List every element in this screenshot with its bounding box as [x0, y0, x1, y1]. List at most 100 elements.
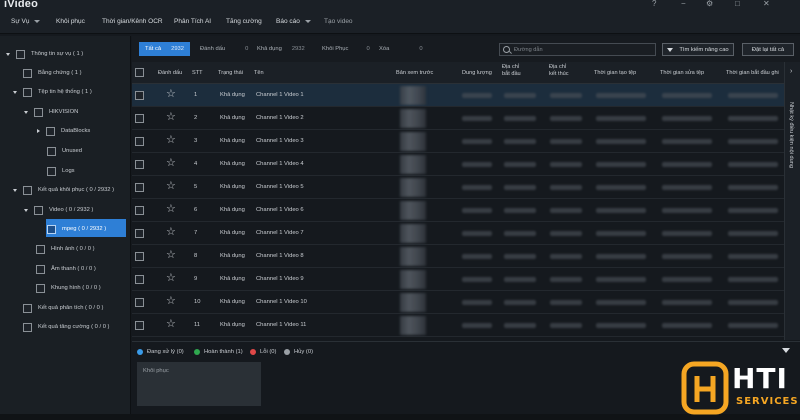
tree-checkbox[interactable] [23, 185, 32, 195]
tree-checkbox[interactable] [23, 87, 32, 97]
row-checkbox[interactable] [135, 275, 144, 284]
star-icon[interactable]: ☆ [166, 111, 176, 123]
col-name[interactable]: Tên [254, 70, 264, 77]
tree-checkbox[interactable] [34, 107, 43, 117]
tab-all[interactable]: Tất cả 2932 [139, 42, 191, 56]
star-icon[interactable]: ☆ [166, 295, 176, 307]
col-created-time[interactable]: Thời gian tạo tệp [594, 70, 636, 77]
col-bookmark[interactable]: Đánh dấu [158, 70, 182, 77]
row-checkbox[interactable] [135, 321, 144, 330]
menu-ai-analysis[interactable]: Phân Tích AI [174, 18, 211, 25]
col-preview[interactable]: Bản xem trước [396, 70, 433, 77]
expand-icon[interactable] [37, 129, 40, 133]
row-checkbox[interactable] [135, 91, 144, 100]
tab-bookmarked[interactable]: Đánh dấu 0 [200, 42, 248, 56]
help-icon[interactable]: ? [652, 0, 656, 8]
job-card[interactable]: Khôi phục [137, 362, 261, 406]
tree-checkbox[interactable] [47, 146, 56, 156]
table-row[interactable]: ☆ 1 Khả dụng Channel 1 Video 1 [132, 84, 784, 107]
table-row[interactable]: ☆ 3 Khả dụng Channel 1 Video 3 [132, 130, 784, 153]
star-icon[interactable]: ☆ [166, 249, 176, 261]
tree-item-audio[interactable]: Âm thanh ( 0 / 0 ) [36, 263, 96, 275]
status-completed[interactable]: Hoàn thành (1) [194, 349, 243, 355]
menu-enhancement[interactable]: Tăng cường [226, 18, 262, 25]
col-size[interactable]: Dung lượng [462, 70, 492, 77]
row-checkbox[interactable] [135, 252, 144, 261]
preview-thumbnail[interactable] [400, 247, 426, 266]
tree-checkbox[interactable] [16, 49, 25, 59]
tree-item-evidence[interactable]: Bằng chứng ( 1 ) [23, 67, 82, 79]
preview-thumbnail[interactable] [400, 201, 426, 220]
table-row[interactable]: ☆ 9 Khả dụng Channel 1 Video 9 [132, 268, 784, 291]
preview-thumbnail[interactable] [400, 178, 426, 197]
settings-icon[interactable]: ⚙ [706, 0, 713, 8]
preview-thumbnail[interactable] [400, 316, 426, 335]
star-icon[interactable]: ☆ [166, 180, 176, 192]
table-row[interactable]: ☆ 7 Khả dụng Channel 1 Video 7 [132, 222, 784, 245]
collapse-icon[interactable] [24, 110, 28, 114]
preview-thumbnail[interactable] [400, 155, 426, 174]
tree-checkbox[interactable] [23, 322, 32, 332]
collapse-icon[interactable] [13, 188, 17, 192]
close-icon[interactable]: ✕ [763, 0, 770, 8]
tree-item-mpeg[interactable]: mpeg ( 0 / 2932 ) [47, 223, 106, 235]
col-start-address[interactable]: Địa chỉ bắt đầu [502, 64, 521, 77]
menu-recovery[interactable]: Khôi phục [56, 18, 85, 25]
star-icon[interactable]: ☆ [166, 203, 176, 215]
status-errors[interactable]: Lỗi (0) [250, 349, 276, 355]
status-processing[interactable]: Đang xử lý (0) [137, 349, 184, 355]
col-index[interactable]: STT [192, 70, 203, 77]
tree-checkbox[interactable] [23, 68, 32, 78]
select-all-checkbox[interactable] [135, 68, 144, 77]
table-row[interactable]: ☆ 2 Khả dụng Channel 1 Video 2 [132, 107, 784, 130]
row-checkbox[interactable] [135, 160, 144, 169]
tree-item-hikvision[interactable]: HIKVISION [24, 106, 78, 118]
tree-item-case-info[interactable]: Thông tin sự vụ ( 1 ) [6, 48, 83, 60]
star-icon[interactable]: ☆ [166, 88, 176, 100]
tree-checkbox[interactable] [46, 126, 55, 136]
row-checkbox[interactable] [135, 183, 144, 192]
col-end-address[interactable]: Địa chỉ kết thúc [549, 64, 569, 77]
collapse-icon[interactable] [24, 208, 28, 212]
table-row[interactable]: ☆ 4 Khả dụng Channel 1 Video 4 [132, 153, 784, 176]
advanced-search-button[interactable]: Tìm kiếm nâng cao [662, 43, 734, 56]
star-icon[interactable]: ☆ [166, 157, 176, 169]
collapse-icon[interactable] [6, 52, 10, 56]
tab-recovered[interactable]: Khôi Phục 0 [322, 42, 370, 56]
menu-time-channel-ocr[interactable]: Thời gian/Kênh OCR [102, 18, 163, 25]
table-row[interactable]: ☆ 5 Khả dụng Channel 1 Video 5 [132, 176, 784, 199]
tree-checkbox[interactable] [23, 303, 32, 313]
chevron-right-icon[interactable]: › [790, 68, 792, 75]
tree-item-analysis-results[interactable]: Kết quả phân tích ( 0 / 0 ) [23, 302, 103, 314]
tree-checkbox[interactable] [47, 166, 56, 176]
star-icon[interactable]: ☆ [166, 226, 176, 238]
minimize-icon[interactable]: − [681, 0, 686, 8]
menu-create-video[interactable]: Tạo video [324, 18, 353, 25]
preview-thumbnail[interactable] [400, 132, 426, 151]
tree-checkbox[interactable] [47, 224, 56, 234]
col-modified-time[interactable]: Thời gian sửa tệp [660, 70, 704, 77]
content-log-panel[interactable]: › Nhật ký điều kiện nội dung [784, 62, 800, 340]
tree-item-images[interactable]: Hình ảnh ( 0 / 0 ) [36, 243, 95, 255]
col-status[interactable]: Trạng thái [218, 70, 243, 77]
col-record-start-time[interactable]: Thời gian bắt đầu ghi [726, 70, 779, 77]
tree-item-enhancement-results[interactable]: Kết quả tăng cường ( 0 / 0 ) [23, 321, 110, 333]
preview-thumbnail[interactable] [400, 109, 426, 128]
row-checkbox[interactable] [135, 298, 144, 307]
tab-available[interactable]: Khả dụng 2932 [257, 42, 305, 56]
table-row[interactable]: ☆ 10 Khả dụng Channel 1 Video 10 [132, 291, 784, 314]
table-row[interactable]: ☆ 11 Khả dụng Channel 1 Video 11 [132, 314, 784, 337]
collapse-panel-icon[interactable] [782, 348, 790, 353]
tree-checkbox[interactable] [36, 283, 45, 293]
star-icon[interactable]: ☆ [166, 318, 176, 330]
tree-item-video[interactable]: Video ( 0 / 2932 ) [24, 204, 93, 216]
tree-item-unused[interactable]: Unused [47, 145, 82, 157]
menu-cases[interactable]: Sự Vụ [11, 18, 41, 25]
preview-thumbnail[interactable] [400, 224, 426, 243]
star-icon[interactable]: ☆ [166, 134, 176, 146]
row-checkbox[interactable] [135, 137, 144, 146]
table-row[interactable]: ☆ 6 Khả dụng Channel 1 Video 6 [132, 199, 784, 222]
path-search-input[interactable]: Đường dẫn [499, 43, 656, 56]
row-checkbox[interactable] [135, 229, 144, 238]
tree-checkbox[interactable] [34, 205, 43, 215]
